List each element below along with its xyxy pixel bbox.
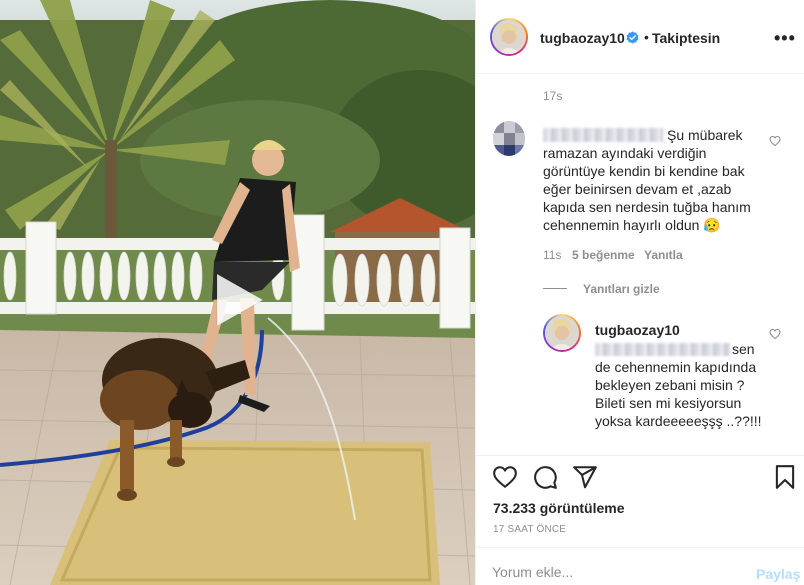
comment-like-heart-icon[interactable]	[769, 135, 781, 147]
reply-text: sen de cehennemin kapıdında bekleyen zeb…	[595, 340, 765, 430]
comment-text: Şu mübarek ramazan ayındaki verdiğin gör…	[543, 126, 763, 234]
play-icon[interactable]	[205, 268, 269, 332]
comment-input[interactable]	[492, 562, 742, 582]
author-avatar[interactable]	[490, 18, 528, 56]
replies-divider	[543, 288, 567, 289]
reply-author-avatar[interactable]	[543, 314, 581, 352]
commenter-username-redacted[interactable]	[543, 128, 663, 142]
comment-icon[interactable]	[532, 464, 558, 490]
follow-status-button[interactable]: Takiptesin	[652, 30, 720, 46]
comment-message: Şu mübarek ramazan ayındaki verdiğin gör…	[543, 127, 751, 233]
reply-button[interactable]: Yanıtla	[644, 248, 683, 262]
view-count[interactable]: 73.233 görüntüleme	[493, 500, 625, 516]
mentioned-username-redacted[interactable]	[595, 343, 730, 356]
bookmark-icon[interactable]	[772, 464, 798, 490]
paper-plane-icon[interactable]	[572, 464, 598, 490]
caption-time[interactable]: 17s	[543, 89, 562, 103]
more-options-icon[interactable]: •••	[774, 28, 796, 49]
verified-badge-icon	[626, 31, 639, 44]
hide-replies-button[interactable]: Yanıtları gizle	[583, 282, 660, 296]
heart-icon[interactable]	[492, 464, 518, 490]
reply-author-username[interactable]: tugbaozay10	[595, 322, 680, 338]
header-separator: •	[644, 29, 649, 45]
post-video[interactable]	[0, 0, 475, 585]
comment-time[interactable]: 11s	[543, 248, 561, 262]
comment-likes[interactable]: 5 beğenme	[572, 248, 635, 262]
author-username[interactable]: tugbaozay10	[540, 30, 625, 46]
post-timestamp[interactable]: 17 SAAT ÖNCE	[493, 524, 566, 535]
post-comment-button[interactable]: Paylaş	[756, 566, 800, 582]
reply-like-heart-icon[interactable]	[769, 328, 781, 340]
post-header: tugbaozay10 • Takiptesin •••	[476, 0, 804, 74]
post-details-panel: tugbaozay10 • Takiptesin ••• 17s Şu müba…	[475, 0, 804, 585]
commenter-avatar[interactable]	[493, 121, 525, 156]
